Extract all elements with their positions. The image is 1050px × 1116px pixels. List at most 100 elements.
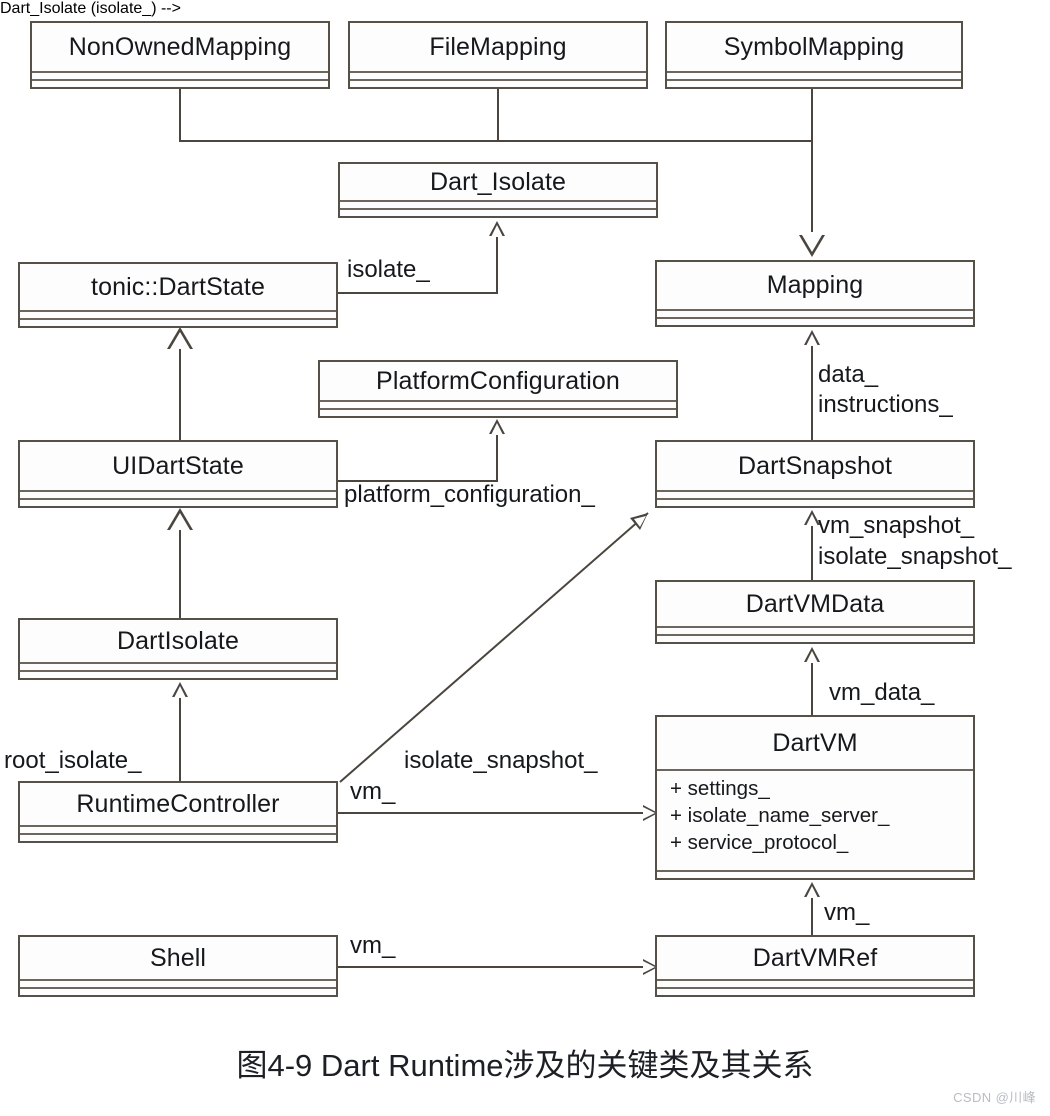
class-compartment-attributes <box>20 979 336 987</box>
connector-rootisolate <box>179 697 181 783</box>
class-compartment-attributes <box>350 71 646 79</box>
class-box-tonic-dartstate[interactable]: tonic::DartState <box>18 262 338 328</box>
class-box-shell[interactable]: Shell <box>18 935 338 997</box>
class-compartment-operations <box>657 634 973 642</box>
class-compartment-operations <box>657 317 973 325</box>
connector-dartsnapshot-to-mapping <box>811 345 813 442</box>
class-compartment-attributes <box>20 662 336 670</box>
arrowhead-platformconfig <box>489 419 505 435</box>
class-compartment-attributes <box>20 825 336 833</box>
class-box-symbolmapping[interactable]: SymbolMapping <box>665 21 963 89</box>
class-name-dart-isolate-handle: Dart_Isolate <box>430 167 566 196</box>
connector-dartvmref-to-dartvm <box>811 897 813 937</box>
class-compartment-operations <box>350 79 646 87</box>
class-compartment-attributes <box>657 626 973 634</box>
class-compartment-operations <box>32 79 328 87</box>
arrowhead-dartvm <box>804 882 820 898</box>
class-box-nonownedmapping[interactable]: NonOwnedMapping <box>30 21 330 89</box>
class-compartment-attributes <box>667 71 961 79</box>
class-name-dartvmdata: DartVMData <box>745 589 885 618</box>
class-compartment-operations <box>657 870 973 878</box>
connector-isolate-vertical <box>496 236 498 294</box>
class-name-runtimecontroller: RuntimeController <box>76 789 280 818</box>
connector-dartisolate-to-uidartstate <box>179 528 181 620</box>
class-attribute: + settings_ <box>670 777 770 800</box>
class-name-dartsnapshot: DartSnapshot <box>737 451 893 480</box>
class-box-uidartstate[interactable]: UIDartState <box>18 440 338 508</box>
class-compartment-attributes <box>657 979 973 987</box>
class-name-symbolmapping: SymbolMapping <box>723 32 905 61</box>
class-box-dart-isolate-handle[interactable]: Dart_Isolate <box>338 162 658 218</box>
csdn-watermark: CSDN @川峰 <box>953 1090 1036 1105</box>
connector-dartvmdata-to-dartsnapshot <box>811 525 813 583</box>
edge-label-root-isolate: root_isolate_ <box>4 747 142 774</box>
class-box-dartvm[interactable]: DartVM + settings_ + isolate_name_server… <box>655 715 975 880</box>
uml-diagram-canvas: Dart_Isolate (isolate_) --> NonOwnedMapp… <box>0 0 1050 1116</box>
class-compartment-operations <box>20 987 336 995</box>
class-attribute: + isolate_name_server_ <box>670 804 890 828</box>
class-compartment-attributes: + settings_ + isolate_name_server_ + ser… <box>657 769 973 870</box>
class-name-uidartstate: UIDartState <box>112 451 244 480</box>
arrowhead-isolate <box>489 221 505 237</box>
class-name-filemapping: FileMapping <box>429 32 567 61</box>
class-compartment-attributes <box>320 400 676 408</box>
connector-mapping-bus <box>179 140 813 142</box>
class-box-platformconfiguration[interactable]: PlatformConfiguration <box>318 360 678 418</box>
class-compartment-attributes <box>20 490 336 498</box>
edge-label-isolate: isolate_ <box>347 256 430 283</box>
edge-label-vm-runtimecontroller: vm_ <box>350 778 396 805</box>
edge-label-instructions: instructions_ <box>818 391 953 418</box>
edge-label-isolate-snapshot-diagonal: isolate_snapshot_ <box>404 747 598 774</box>
class-name-platformconfiguration: PlatformConfiguration <box>376 366 620 395</box>
class-compartment-operations <box>657 987 973 995</box>
connector-nonownedmapping-down <box>179 88 181 142</box>
class-compartment-operations <box>320 408 676 416</box>
generalization-triangle-tonicdartstate <box>167 327 193 349</box>
class-compartment-attributes <box>340 200 656 208</box>
edge-label-data: data_ <box>818 361 879 388</box>
connector-platformconfig-vertical <box>496 434 498 482</box>
class-compartment-operations <box>20 670 336 678</box>
class-compartment-operations <box>20 318 336 326</box>
class-compartment-operations <box>340 208 656 216</box>
connector-runtimecontroller-to-dartvm <box>338 812 644 814</box>
edge-label-isolate-snapshot: isolate_snapshot_ <box>818 543 1012 570</box>
class-compartment-attributes <box>32 71 328 79</box>
class-box-filemapping[interactable]: FileMapping <box>348 21 648 89</box>
class-name-dartvm: DartVM <box>772 728 858 757</box>
class-compartment-attributes <box>657 490 973 498</box>
arrowhead-mapping-data <box>804 330 820 346</box>
class-attribute: + service_protocol_ <box>670 831 849 855</box>
class-compartment-operations <box>20 498 336 506</box>
edge-label-vm-data: vm_data_ <box>829 679 935 706</box>
class-box-dartvmref[interactable]: DartVMRef <box>655 935 975 997</box>
class-box-dartisolate[interactable]: DartIsolate <box>18 618 338 680</box>
class-compartment-operations <box>667 79 961 87</box>
figure-caption: 图4-9 Dart Runtime涉及的关键类及其关系 <box>236 1048 814 1083</box>
connector-shell-to-dartvmref <box>338 966 644 968</box>
class-box-dartsnapshot[interactable]: DartSnapshot <box>655 440 975 508</box>
edge-label-platform-configuration: platform_configuration_ <box>344 481 595 508</box>
arrowhead-rootisolate <box>172 682 188 698</box>
class-compartment-attributes <box>20 310 336 318</box>
class-box-dartvmdata[interactable]: DartVMData <box>655 580 975 644</box>
connector-filemapping-down <box>497 88 499 142</box>
class-name-mapping: Mapping <box>766 271 864 299</box>
edge-label-vm-shell: vm_ <box>350 932 396 959</box>
class-name-dartvmref: DartVMRef <box>752 943 878 972</box>
class-box-mapping[interactable]: Mapping <box>655 260 975 327</box>
class-compartment-attributes <box>657 309 973 317</box>
edge-label-vm-snapshot: vm_snapshot_ <box>818 512 975 539</box>
connector-bus-to-mapping <box>811 140 813 232</box>
class-name-nonownedmapping: NonOwnedMapping <box>68 32 292 61</box>
class-name-tonic-dartstate: tonic::DartState <box>91 272 265 301</box>
connector-symbolmapping-down <box>811 88 813 142</box>
connector-uidartstate-to-tonicdartstate <box>179 348 181 442</box>
class-name-dartisolate: DartIsolate <box>117 626 239 655</box>
connector-dartvm-to-dartvmdata <box>811 662 813 718</box>
generalization-triangle-mapping <box>799 235 825 257</box>
connector-isolate-horizontal <box>338 292 498 294</box>
class-box-runtimecontroller[interactable]: RuntimeController <box>18 781 338 843</box>
generalization-triangle-uidartstate <box>167 508 193 530</box>
class-name-shell: Shell <box>149 943 207 972</box>
